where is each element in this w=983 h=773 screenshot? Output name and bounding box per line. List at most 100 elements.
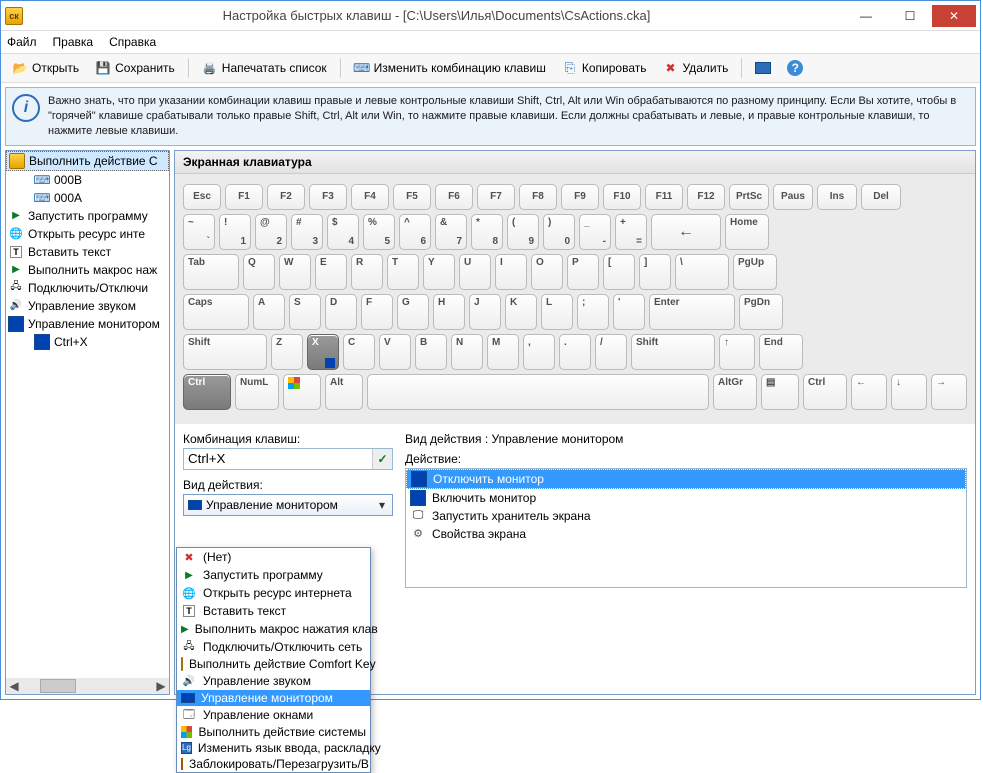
combo-input[interactable] [183, 448, 393, 470]
dropdown-item[interactable]: Управление окнами [177, 706, 370, 724]
key-←[interactable]: ← [651, 214, 721, 250]
key-b[interactable]: B [415, 334, 447, 370]
key-c[interactable]: C [343, 334, 375, 370]
key-f4[interactable]: F4 [351, 184, 389, 210]
dropdown-item[interactable]: Запустить программу [177, 566, 370, 584]
key-,[interactable]: , [523, 334, 555, 370]
key-1[interactable]: !1 [219, 214, 251, 250]
tree-item[interactable]: Вставить текст [6, 243, 169, 261]
key-'[interactable]: ' [613, 294, 645, 330]
key-space[interactable] [367, 374, 709, 410]
tree-item[interactable]: Ctrl+X [6, 333, 169, 351]
tree-item[interactable]: Подключить/Отключи [6, 279, 169, 297]
key-f9[interactable]: F9 [561, 184, 599, 210]
key-f6[interactable]: F6 [435, 184, 473, 210]
key--[interactable]: _- [579, 214, 611, 250]
action-list[interactable]: Отключить мониторВключить мониторЗапусти… [405, 468, 967, 588]
print-button[interactable]: Напечатать список [195, 57, 334, 79]
key-0[interactable]: )0 [543, 214, 575, 250]
key-f1[interactable]: F1 [225, 184, 263, 210]
minimize-button[interactable]: — [844, 5, 888, 27]
action-item[interactable]: Свойства экрана [406, 525, 966, 543]
delete-button[interactable]: Удалить [656, 57, 736, 79]
key-u[interactable]: U [459, 254, 491, 290]
dropdown-item[interactable]: Подключить/Отключить сеть [177, 638, 370, 656]
key-8[interactable]: *8 [471, 214, 503, 250]
key-z[interactable]: Z [271, 334, 303, 370]
key-.[interactable]: . [559, 334, 591, 370]
key-4[interactable]: $4 [327, 214, 359, 250]
close-button[interactable]: ✕ [932, 5, 976, 27]
key-v[interactable]: V [379, 334, 411, 370]
key-`[interactable]: ~` [183, 214, 215, 250]
action-item[interactable]: Отключить монитор [406, 469, 966, 489]
key-ctrl[interactable]: Ctrl [803, 374, 847, 410]
key-f[interactable]: F [361, 294, 393, 330]
save-button[interactable]: Сохранить [88, 57, 182, 79]
key-m[interactable]: M [487, 334, 519, 370]
tree-item[interactable]: 000A [6, 189, 169, 207]
menu-help[interactable]: Справка [109, 35, 156, 49]
key-esc[interactable]: Esc [183, 184, 221, 210]
dropdown-item[interactable]: (Нет) [177, 548, 370, 566]
key-pgdn[interactable]: PgDn [739, 294, 783, 330]
key-h[interactable]: H [433, 294, 465, 330]
key-p[interactable]: P [567, 254, 599, 290]
key-pgup[interactable]: PgUp [733, 254, 777, 290]
key-numl[interactable]: NumL [235, 374, 279, 410]
key-9[interactable]: (9 [507, 214, 539, 250]
key-ins[interactable]: Ins [817, 184, 857, 210]
tree-item[interactable]: Управление звуком [6, 297, 169, 315]
menu-edit[interactable]: Правка [53, 35, 94, 49]
key-enter[interactable]: Enter [649, 294, 735, 330]
key-↓[interactable]: ↓ [891, 374, 927, 410]
key-f12[interactable]: F12 [687, 184, 725, 210]
key-tab[interactable]: Tab [183, 254, 239, 290]
key-n[interactable]: N [451, 334, 483, 370]
key-prtsc[interactable]: PrtSc [729, 184, 769, 210]
open-button[interactable]: Открыть [5, 57, 86, 79]
key-7[interactable]: &7 [435, 214, 467, 250]
menu-file[interactable]: Файл [7, 35, 37, 49]
key-f8[interactable]: F8 [519, 184, 557, 210]
key-5[interactable]: %5 [363, 214, 395, 250]
key-k[interactable]: K [505, 294, 537, 330]
key-home[interactable]: Home [725, 214, 769, 250]
key-shift[interactable]: Shift [631, 334, 715, 370]
tree-item[interactable]: Запустить программу [6, 207, 169, 225]
key-f5[interactable]: F5 [393, 184, 431, 210]
maximize-button[interactable]: ☐ [888, 5, 932, 27]
dropdown-item[interactable]: Управление монитором [177, 690, 370, 706]
action-type-combobox[interactable]: Управление монитором ▾ [183, 494, 393, 516]
tree-item[interactable]: Управление монитором [6, 315, 169, 333]
key-2[interactable]: @2 [255, 214, 287, 250]
key-shift[interactable]: Shift [183, 334, 267, 370]
key-][interactable]: ] [639, 254, 671, 290]
dropdown-item[interactable]: Выполнить макрос нажатия клав [177, 620, 370, 638]
dropdown-item[interactable]: Открыть ресурс интернета [177, 584, 370, 602]
tree-item[interactable]: 000B [6, 171, 169, 189]
key-f3[interactable]: F3 [309, 184, 347, 210]
key-r[interactable]: R [351, 254, 383, 290]
key-q[interactable]: Q [243, 254, 275, 290]
tree-item[interactable]: Выполнить действие C [6, 151, 169, 171]
action-item[interactable]: Запустить хранитель экрана [406, 507, 966, 525]
key-j[interactable]: J [469, 294, 501, 330]
key-ctrl[interactable]: Ctrl [183, 374, 231, 410]
key-↑[interactable]: ↑ [719, 334, 755, 370]
key-l[interactable]: L [541, 294, 573, 330]
key-f11[interactable]: F11 [645, 184, 683, 210]
key-x[interactable]: X [307, 334, 339, 370]
tree-item[interactable]: Открыть ресурс инте [6, 225, 169, 243]
copy-button[interactable]: Копировать [555, 57, 654, 79]
sidebar-scrollbar[interactable]: ◀▶ [6, 678, 169, 694]
key-[[interactable]: [ [603, 254, 635, 290]
key-3[interactable]: #3 [291, 214, 323, 250]
key-altgr[interactable]: AltGr [713, 374, 757, 410]
key-i[interactable]: I [495, 254, 527, 290]
dropdown-item[interactable]: Заблокировать/Перезагрузить/В [177, 756, 370, 772]
key-d[interactable]: D [325, 294, 357, 330]
action-type-dropdown[interactable]: (Нет)Запустить программуОткрыть ресурс и… [176, 547, 371, 773]
key-w[interactable]: W [279, 254, 311, 290]
key-/[interactable]: / [595, 334, 627, 370]
